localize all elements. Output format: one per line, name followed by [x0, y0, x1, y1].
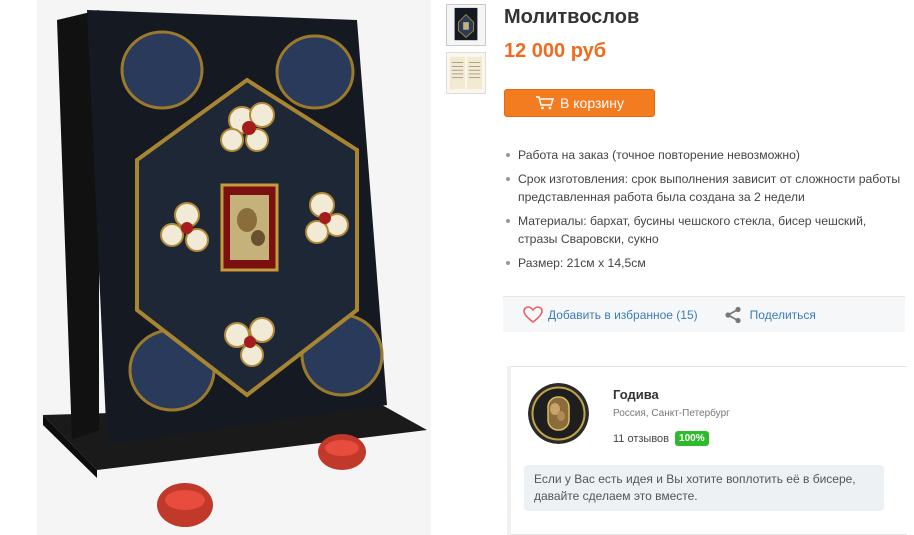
product-title: Молитвослов — [504, 6, 640, 28]
seller-name[interactable]: Годива — [613, 387, 659, 402]
detail-made-to-order: Работа на заказ (точное повторение невоз… — [503, 146, 903, 164]
main-product-photo[interactable] — [37, 0, 431, 535]
detail-production-duration: представленная работа была создана за 2 … — [518, 190, 805, 204]
seller-avatar[interactable] — [528, 383, 589, 444]
detail-production-time: Срок изготовления: срок выполнения завис… — [503, 170, 903, 206]
seller-card: Годива Россия, Санкт-Петербург 11 отзыво… — [507, 366, 907, 535]
detail-materials: Материалы: бархат, бусины чешского стекл… — [503, 212, 903, 248]
rating-badge: 100% — [675, 431, 709, 446]
share-label: Поделиться — [749, 307, 816, 322]
seller-message: Если у Вас есть идея и Вы хотите воплоти… — [524, 465, 884, 511]
share-icon — [724, 306, 742, 324]
product-details-list: Работа на заказ (точное повторение невоз… — [503, 146, 903, 278]
cart-button-label: В корзину — [560, 95, 624, 111]
seller-reviews-link[interactable]: 11 отзывов 100% — [613, 431, 709, 446]
seller-location: Россия, Санкт-Петербург — [613, 408, 730, 419]
share-button[interactable]: Поделиться — [724, 306, 816, 324]
thumbnail-cover[interactable] — [446, 4, 486, 46]
add-to-favorites-button[interactable]: Добавить в избранное (15) — [523, 305, 698, 324]
heart-icon — [523, 305, 543, 324]
product-actions-bar: Добавить в избранное (15) Поделиться — [503, 296, 905, 332]
detail-size: Размер: 21см х 14,5см — [503, 254, 903, 272]
detail-production-time-text: Срок изготовления: срок выполнения завис… — [518, 172, 901, 186]
reviews-count: 11 отзывов — [613, 432, 670, 445]
cart-icon — [535, 96, 555, 110]
thumbnail-pages[interactable] — [446, 52, 486, 94]
favorites-label: Добавить в избранное (15) — [548, 307, 698, 322]
product-price: 12 000 руб — [504, 40, 607, 62]
thumbnail-strip — [446, 4, 486, 100]
add-to-cart-button[interactable]: В корзину — [504, 89, 655, 117]
